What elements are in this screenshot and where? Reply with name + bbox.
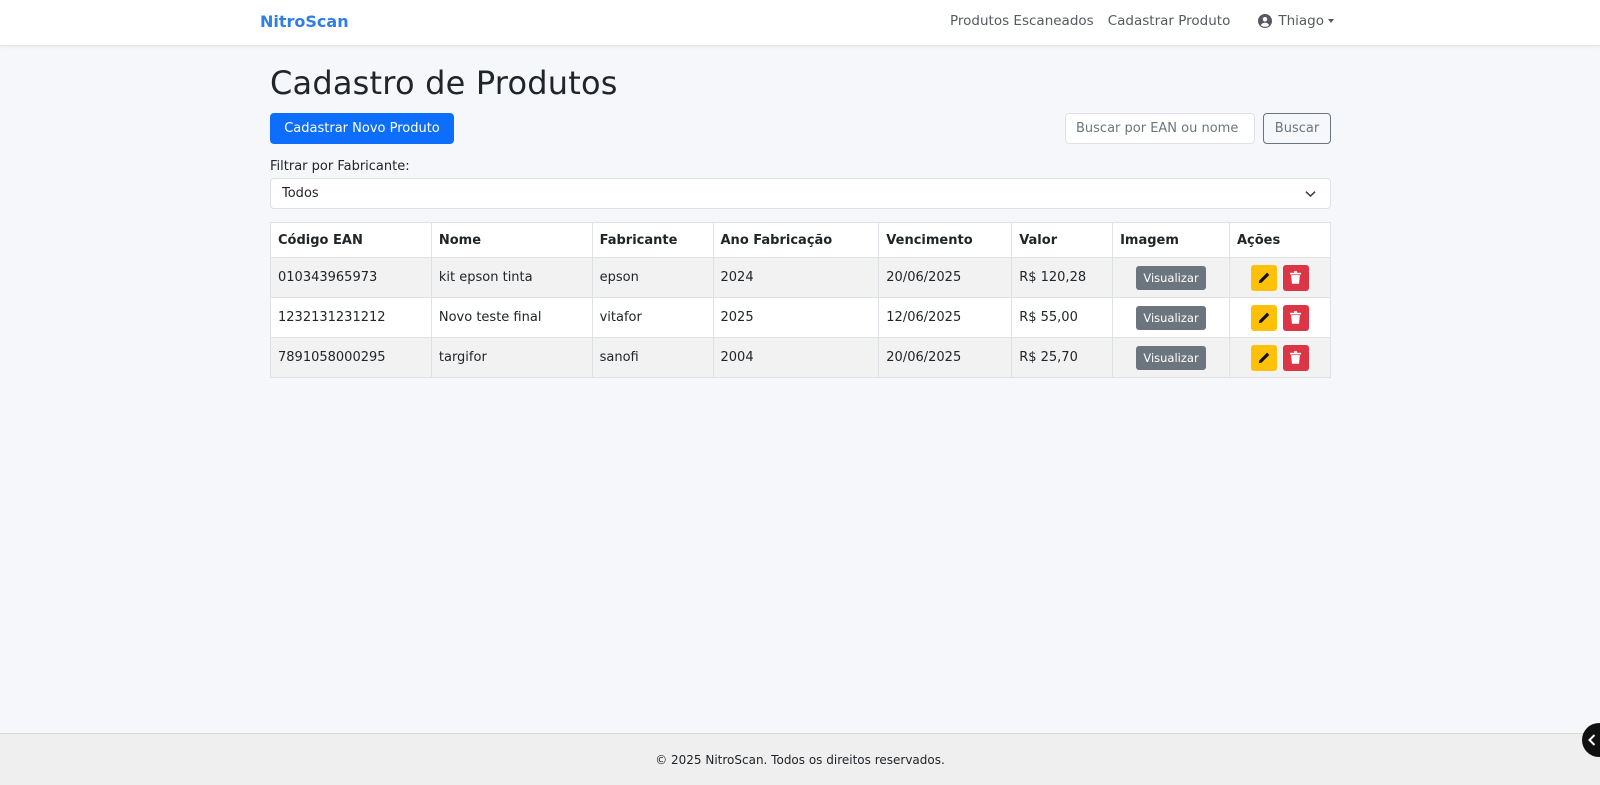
cell-imagem: Visualizar (1112, 297, 1230, 338)
filter-label: Filtrar por Fabricante: (270, 159, 410, 174)
pencil-icon (1258, 272, 1270, 283)
chevron-down-icon (1305, 191, 1316, 198)
cell-vencimento: 20/06/2025 (878, 337, 1013, 378)
edit-button[interactable] (1250, 304, 1277, 331)
chevron-left-icon (1588, 734, 1596, 746)
brand-logo[interactable]: NitroScan (260, 12, 349, 31)
cell-fabricante: sanofi (591, 337, 714, 378)
view-image-button[interactable]: Visualizar (1136, 305, 1207, 330)
filter-selected-value: Todos (282, 186, 319, 201)
products-table: Código EAN Nome Fabricante Ano Fabricaçã… (270, 222, 1332, 378)
cell-valor: R$ 25,70 (1011, 337, 1114, 378)
cell-fabricante: vitafor (591, 297, 714, 338)
search-input[interactable] (1065, 113, 1255, 144)
trash-icon (1290, 351, 1302, 364)
header-ano-fabricacao: Ano Fabricação (712, 222, 880, 258)
user-menu-dropdown[interactable]: Thiago (1258, 13, 1334, 29)
header-valor: Valor (1011, 222, 1114, 258)
header-acoes: Ações (1228, 222, 1332, 258)
row-actions (1237, 264, 1323, 291)
view-image-button[interactable]: Visualizar (1136, 345, 1207, 370)
row-actions (1237, 304, 1323, 331)
new-product-button[interactable]: Cadastrar Novo Produto (270, 113, 454, 144)
footer: © 2025 NitroScan. Todos os direitos rese… (0, 733, 1600, 785)
table-row: 7891058000295 targifor sanofi 2004 20/06… (270, 337, 1332, 378)
cell-ano: 2004 (712, 337, 880, 378)
navbar: NitroScan Produtos Escaneados Cadastrar … (0, 0, 1600, 46)
trash-icon (1290, 311, 1302, 324)
cell-imagem: Visualizar (1112, 257, 1230, 298)
cell-acoes (1228, 257, 1332, 298)
nav-link-cadastrar-produto[interactable]: Cadastrar Produto (1108, 13, 1231, 29)
search-button[interactable]: Buscar (1263, 113, 1331, 144)
cell-valor: R$ 120,28 (1011, 257, 1114, 298)
cell-nome: targifor (430, 337, 593, 378)
row-actions (1237, 344, 1323, 371)
user-name: Thiago (1278, 13, 1324, 29)
cell-vencimento: 20/06/2025 (878, 257, 1013, 298)
cell-vencimento: 12/06/2025 (878, 297, 1013, 338)
header-vencimento: Vencimento (878, 222, 1013, 258)
cell-acoes (1228, 337, 1332, 378)
footer-copyright: © 2025 NitroScan. Todos os direitos rese… (655, 752, 945, 767)
cell-ano: 2025 (712, 297, 880, 338)
cell-nome: kit epson tinta (430, 257, 593, 298)
pencil-icon (1258, 312, 1270, 323)
edit-button[interactable] (1250, 264, 1277, 291)
cell-acoes (1228, 297, 1332, 338)
trash-icon (1290, 271, 1302, 284)
header-codigo-ean: Código EAN (270, 222, 432, 258)
table-row: 010343965973 kit epson tinta epson 2024 … (270, 257, 1332, 298)
manufacturer-filter-select[interactable]: Todos (270, 178, 1331, 209)
cell-ean: 1232131231212 (270, 297, 432, 338)
delete-button[interactable] (1282, 344, 1309, 371)
caret-down-icon (1328, 19, 1334, 23)
cell-nome: Novo teste final (430, 297, 593, 338)
header-fabricante: Fabricante (591, 222, 714, 258)
table-row: 1232131231212 Novo teste final vitafor 2… (270, 297, 1332, 338)
header-nome: Nome (430, 222, 593, 258)
header-imagem: Imagem (1112, 222, 1230, 258)
nav-link-produtos-escaneados[interactable]: Produtos Escaneados (950, 13, 1094, 29)
view-image-button[interactable]: Visualizar (1136, 265, 1207, 290)
user-circle-icon (1258, 14, 1273, 28)
cell-ean: 7891058000295 (270, 337, 432, 378)
nav-links: Produtos Escaneados Cadastrar Produto Th… (936, 13, 1334, 29)
cell-fabricante: epson (591, 257, 714, 298)
cell-ano: 2024 (712, 257, 880, 298)
edit-button[interactable] (1250, 344, 1277, 371)
cell-ean: 010343965973 (270, 257, 432, 298)
cell-valor: R$ 55,00 (1011, 297, 1114, 338)
pencil-icon (1258, 352, 1270, 363)
page-title: Cadastro de Produtos (270, 64, 618, 102)
table-header-row: Código EAN Nome Fabricante Ano Fabricaçã… (270, 222, 1332, 258)
delete-button[interactable] (1282, 304, 1309, 331)
cell-imagem: Visualizar (1112, 337, 1230, 378)
delete-button[interactable] (1282, 264, 1309, 291)
